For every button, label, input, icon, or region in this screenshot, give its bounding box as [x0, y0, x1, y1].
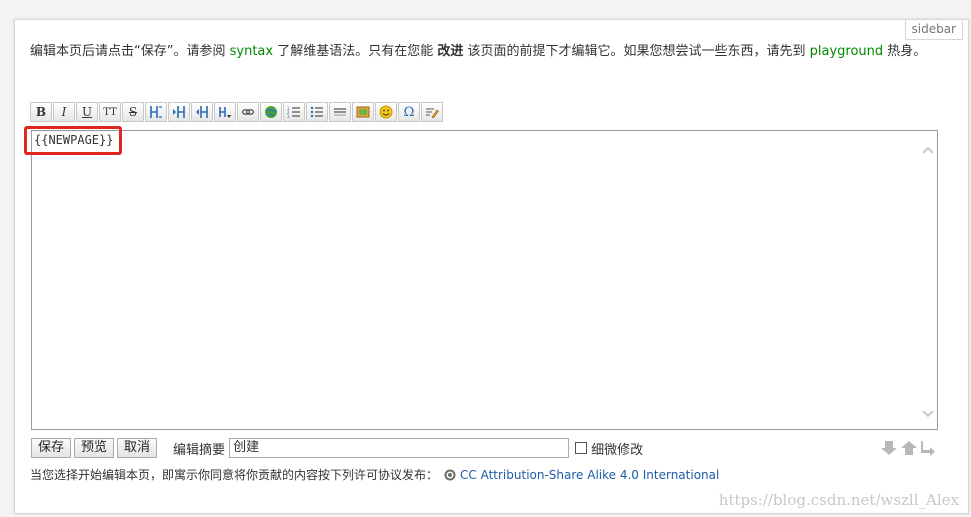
bold-glyph: B [35, 105, 47, 119]
license-text: 当您选择开始编辑本页，即寓示你同意将你贡献的内容按下列许可协议发布： [30, 468, 439, 482]
license-notice: 当您选择开始编辑本页，即寓示你同意将你贡献的内容按下列许可协议发布： CC At… [30, 466, 719, 483]
heading-menu-icon[interactable] [214, 102, 236, 122]
scroll-down-icon[interactable] [922, 409, 934, 419]
image-icon[interactable] [352, 102, 374, 122]
heading-same-icon[interactable] [145, 102, 167, 122]
signature-icon[interactable] [421, 102, 443, 122]
special-chars-icon[interactable]: Ω [398, 102, 420, 122]
save-button[interactable]: 保存 [31, 438, 72, 458]
monospace-glyph: TT [103, 106, 117, 118]
arrow-down-icon[interactable] [880, 440, 898, 456]
syntax-link[interactable]: syntax [230, 44, 273, 59]
intro-text: 热身。 [883, 44, 927, 59]
external-link-icon[interactable] [260, 102, 282, 122]
heading-lower-icon[interactable] [168, 102, 190, 122]
link-icon[interactable] [237, 102, 259, 122]
preview-button[interactable]: 预览 [74, 438, 115, 458]
italic-glyph: I [61, 105, 67, 119]
highlight-annotation [24, 126, 122, 155]
intro-text: 编辑本页后请点击“保存”。请参阅 [30, 44, 230, 59]
minor-edit-label[interactable]: 细微修改 [591, 439, 643, 458]
svg-text:3: 3 [287, 114, 290, 119]
ordered-list-icon[interactable]: 123 [283, 102, 305, 122]
smiley-icon[interactable] [375, 102, 397, 122]
license-link-text[interactable]: CC Attribution-Share Alike 4.0 Internati… [460, 468, 719, 482]
arrow-up-icon[interactable] [900, 440, 918, 456]
wrap-arrow-icon[interactable] [920, 440, 936, 456]
sidebar-tab[interactable]: sidebar [904, 20, 963, 40]
heading-higher-icon[interactable] [191, 102, 213, 122]
strikethrough-icon[interactable]: S [122, 102, 144, 122]
horizontal-rule-icon[interactable] [329, 102, 351, 122]
underline-icon[interactable]: U [76, 102, 98, 122]
editor-toolbar: B I U TT S 123 Ω [30, 102, 444, 122]
license-link[interactable]: CC Attribution-Share Alike 4.0 Internati… [444, 468, 719, 482]
summary-input[interactable]: 创建 [229, 438, 570, 458]
intro-text: 了解维基语法。只有在您能 [273, 44, 438, 59]
summary-label: 编辑摘要 [173, 442, 226, 458]
monospace-icon[interactable]: TT [99, 102, 121, 122]
intro-text: 该页面的前提下才编辑它。如果您想尝试一些东西，请先到 [463, 44, 810, 59]
edit-intro: 编辑本页后请点击“保存”。请参阅 syntax 了解维基语法。只有在您能 改进 … [30, 42, 930, 62]
bold-icon[interactable]: B [30, 102, 52, 122]
textarea-resize-controls [880, 440, 936, 456]
watermark: https://blog.csdn.net/wszll_Alex [718, 491, 959, 509]
unordered-list-icon[interactable] [306, 102, 328, 122]
scroll-up-icon[interactable] [922, 145, 934, 155]
editor-textarea[interactable]: {{NEWPAGE}} [31, 130, 938, 430]
underline-glyph: U [81, 105, 93, 119]
minor-edit-checkbox[interactable] [575, 442, 588, 454]
playground-link[interactable]: playground [810, 44, 884, 59]
cancel-button[interactable]: 取消 [117, 438, 158, 458]
edit-form-controls: 保存 预览 取消 编辑摘要 创建 细微修改 [31, 438, 643, 458]
strike-glyph: S [128, 105, 138, 119]
italic-icon[interactable]: I [53, 102, 75, 122]
cc-icon [444, 469, 456, 481]
edit-page: sidebar 编辑本页后请点击“保存”。请参阅 syntax 了解维基语法。只… [14, 19, 969, 514]
improve-text: 改进 [437, 44, 464, 59]
